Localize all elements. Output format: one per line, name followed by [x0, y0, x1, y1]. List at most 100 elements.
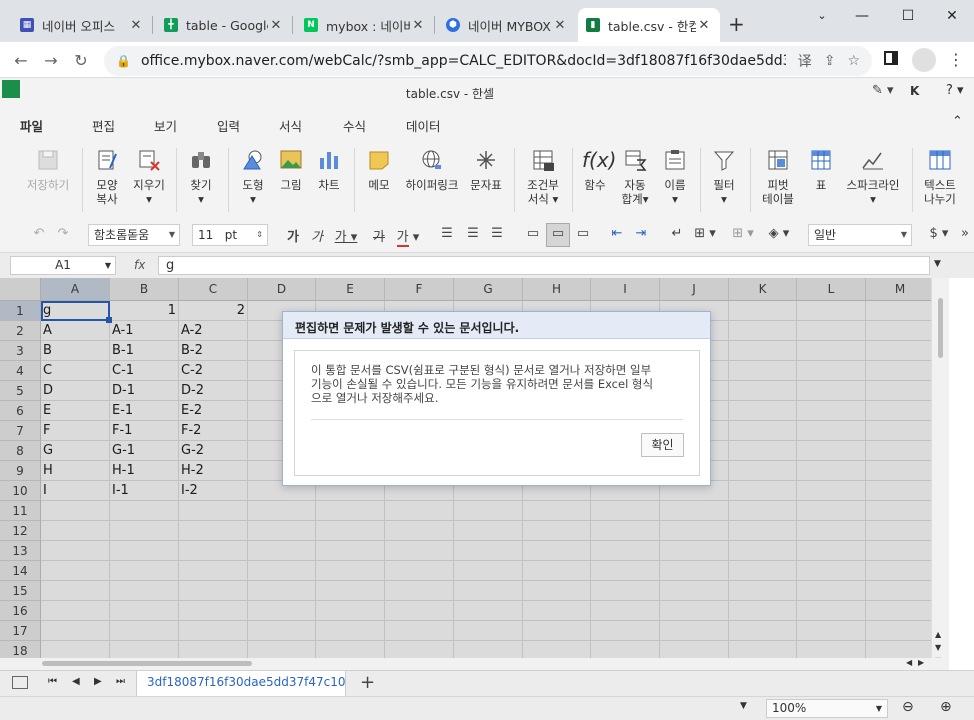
align-top-icon[interactable]: ▭	[524, 226, 542, 241]
browser-menu-icon[interactable]: ⋮	[948, 50, 964, 69]
bookmark-star-icon[interactable]: ☆	[847, 53, 860, 69]
vertical-scroll-thumb[interactable]	[938, 298, 943, 358]
close-icon[interactable]: ✕	[128, 18, 144, 33]
font-family-select[interactable]: 함초롬돋움 ▼	[88, 224, 180, 246]
autosum-button[interactable]: 자동 합계▾	[616, 148, 654, 206]
next-sheet-icon[interactable]: ▶	[94, 676, 102, 687]
chevron-down-icon[interactable]: ▼	[740, 701, 747, 711]
pen-icon[interactable]: ✎ ▾	[872, 83, 894, 98]
menu-format[interactable]: 서식	[279, 116, 302, 135]
menu-insert[interactable]: 입력	[217, 116, 240, 135]
borders-icon[interactable]: ⊞ ▾	[730, 226, 756, 241]
text-split-button[interactable]: 텍스트 나누기	[920, 148, 960, 206]
first-sheet-icon[interactable]: ⏮	[48, 676, 57, 687]
scroll-right-icon[interactable]: ▶	[918, 658, 924, 667]
more-tools-icon[interactable]: »	[956, 226, 974, 241]
merge-cells-icon[interactable]: ⊞ ▾	[692, 226, 718, 241]
hyperlink-button[interactable]: 하이퍼링크	[402, 148, 462, 192]
new-tab-button[interactable]: +	[728, 12, 745, 36]
ok-button[interactable]: 확인	[641, 433, 684, 457]
url-text[interactable]: office.mybox.naver.com/webCalc/?smb_app=…	[141, 53, 786, 69]
menu-edit[interactable]: 편집	[92, 116, 115, 135]
pivot-table-button[interactable]: 피벗 테이블	[758, 148, 798, 206]
tab-search-icon[interactable]: ⌄	[808, 6, 836, 26]
zoom-in-icon[interactable]: ⊕	[940, 699, 952, 715]
horizontal-scroll-thumb[interactable]	[42, 661, 252, 666]
table-button[interactable]: 표	[804, 148, 838, 192]
save-button[interactable]: 저장하기	[22, 148, 74, 192]
align-center-icon[interactable]: ☰	[464, 226, 482, 241]
scroll-up-icon[interactable]: ▲	[935, 630, 941, 639]
add-sheet-button[interactable]: +	[360, 672, 375, 693]
font-color-button[interactable]: 가 ▾	[394, 226, 422, 247]
number-format-select[interactable]: 일반 ▼	[808, 224, 912, 246]
chevron-down-icon[interactable]: ▼	[105, 257, 111, 274]
forward-button[interactable]: →	[40, 50, 62, 72]
align-left-icon[interactable]: ☰	[438, 226, 456, 241]
scroll-down-icon[interactable]: ▼	[935, 643, 941, 652]
expand-formula-icon[interactable]: ▼	[934, 259, 941, 269]
lock-icon[interactable]: 🔒	[116, 54, 131, 68]
sheet-list-icon[interactable]	[12, 676, 28, 689]
previous-sheet-icon[interactable]: ◀	[72, 676, 80, 687]
menu-formula[interactable]: 수식	[343, 116, 366, 135]
conditional-format-button[interactable]: 조건부 서식 ▾	[520, 148, 566, 206]
chart-button[interactable]: 차트	[312, 148, 346, 192]
italic-button[interactable]: 가	[308, 226, 326, 245]
redo-icon[interactable]: ↷	[54, 226, 72, 241]
browser-tab[interactable]: ╋ table - Google ✕	[156, 8, 292, 42]
wrap-text-icon[interactable]: ↵	[668, 226, 686, 241]
align-bottom-icon[interactable]: ▭	[574, 226, 592, 241]
increase-indent-icon[interactable]: ⇥	[632, 226, 650, 241]
menu-view[interactable]: 보기	[154, 116, 177, 135]
reload-button[interactable]: ↻	[70, 50, 92, 72]
address-bar[interactable]: 🔒 office.mybox.naver.com/webCalc/?smb_ap…	[104, 46, 872, 76]
share-icon[interactable]: ⇪	[824, 53, 836, 69]
translate-icon[interactable]: 译	[798, 51, 812, 71]
align-right-icon[interactable]: ☰	[488, 226, 506, 241]
bold-button[interactable]: 가	[284, 226, 302, 245]
erase-button[interactable]: 지우기 ▾	[130, 148, 168, 206]
browser-tab-active[interactable]: ▮ table.csv - 한컴 ✕	[578, 8, 720, 42]
format-copy-button[interactable]: 모양 복사	[88, 148, 126, 206]
close-icon[interactable]: ✕	[268, 18, 284, 33]
horizontal-scrollbar[interactable]: ◀ ▶	[0, 658, 949, 670]
find-button[interactable]: 찾기 ▾	[184, 148, 218, 206]
font-size-select[interactable]: 11 pt ⇕	[192, 224, 268, 246]
formula-input[interactable]: g	[158, 256, 930, 275]
browser-tab[interactable]: N mybox : 네이버 ✕	[296, 8, 434, 42]
menu-file[interactable]: 파일	[20, 116, 43, 135]
strikethrough-button[interactable]: 가	[370, 226, 388, 245]
minimize-button[interactable]: —	[848, 6, 876, 26]
close-icon[interactable]: ✕	[410, 18, 426, 33]
function-button[interactable]: f(x) 함수	[578, 148, 616, 192]
side-panel-icon[interactable]	[884, 51, 898, 65]
help-button[interactable]: ? ▾	[946, 83, 964, 98]
close-icon[interactable]: ✕	[696, 18, 712, 33]
stepper-icon[interactable]: ⇕	[256, 225, 263, 245]
zoom-out-icon[interactable]: ⊖	[902, 699, 914, 715]
symbol-button[interactable]: 문자표	[466, 148, 506, 192]
fill-color-icon[interactable]: ◈ ▾	[766, 226, 792, 241]
scroll-left-icon[interactable]: ◀	[906, 658, 912, 667]
function-icon[interactable]: fx	[134, 258, 145, 272]
name-button[interactable]: 이름 ▾	[658, 148, 692, 206]
name-box[interactable]: A1 ▼	[10, 256, 116, 275]
memo-button[interactable]: 메모	[362, 148, 396, 192]
picture-button[interactable]: 그림	[274, 148, 308, 192]
currency-button[interactable]: $ ▾	[926, 226, 952, 241]
profile-avatar[interactable]	[912, 48, 936, 72]
collapse-ribbon-icon[interactable]: ⌃	[952, 114, 963, 129]
maximize-button[interactable]: ☐	[894, 6, 922, 26]
back-button[interactable]: ←	[10, 50, 32, 72]
user-initial[interactable]: K	[910, 84, 919, 98]
sparkline-button[interactable]: 스파크라인 ▾	[842, 148, 904, 206]
decrease-indent-icon[interactable]: ⇤	[608, 226, 626, 241]
window-close-button[interactable]: ✕	[938, 6, 966, 26]
zoom-select[interactable]: 100% ▼	[766, 699, 888, 718]
vertical-scrollbar[interactable]: ▲ ▼ ▼	[931, 278, 949, 670]
sheet-tab[interactable]: 3df18087f16f30dae5dd37f47c102cf	[136, 671, 346, 696]
underline-button[interactable]: 가 ▾	[334, 226, 358, 245]
browser-tab[interactable]: ⬢ 네이버 MYBOX ✕	[438, 8, 576, 42]
undo-icon[interactable]: ↶	[30, 226, 48, 241]
